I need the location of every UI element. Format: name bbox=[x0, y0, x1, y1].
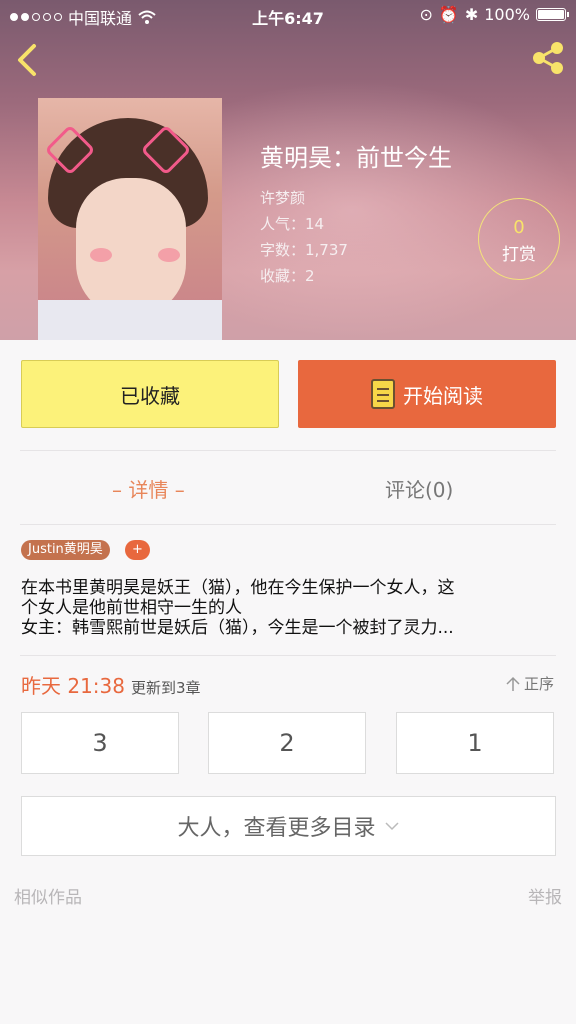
report-link[interactable]: 举报 bbox=[528, 883, 562, 908]
add-tag-button[interactable]: + bbox=[125, 540, 150, 560]
tab-detail[interactable]: – 详情 – bbox=[112, 474, 185, 503]
battery-label: 100% bbox=[484, 5, 530, 24]
book-popularity: 人气：14 bbox=[260, 215, 325, 233]
book-icon bbox=[371, 379, 395, 409]
update-time: 昨天 21:38 bbox=[21, 674, 125, 698]
update-text: 更新到3章 bbox=[131, 679, 201, 697]
arrow-up-icon bbox=[506, 676, 520, 691]
more-chapters-button[interactable]: 大人，查看更多目录 bbox=[21, 796, 556, 856]
alarm-icon: ⏰ bbox=[438, 5, 459, 24]
reward-label: 打赏 bbox=[502, 245, 536, 265]
divider bbox=[20, 450, 556, 451]
chapter-button[interactable]: 1 bbox=[396, 712, 554, 774]
sort-label: 正序 bbox=[523, 675, 554, 693]
share-button[interactable] bbox=[530, 40, 566, 76]
chevron-down-icon bbox=[384, 822, 399, 831]
more-chapters-label: 大人，查看更多目录 bbox=[177, 816, 376, 841]
battery-icon bbox=[536, 8, 569, 21]
chapter-button[interactable]: 3 bbox=[21, 712, 179, 774]
book-author[interactable]: 许梦颜 bbox=[260, 185, 452, 211]
favorited-button[interactable]: 已收藏 bbox=[21, 360, 279, 428]
bluetooth-icon: ✱ bbox=[464, 5, 479, 24]
divider bbox=[20, 655, 556, 656]
chapter-button[interactable]: 2 bbox=[208, 712, 366, 774]
book-favorites: 收藏：2 bbox=[260, 267, 315, 285]
sort-toggle[interactable]: 正序 bbox=[506, 673, 554, 694]
start-reading-button[interactable]: 开始阅读 bbox=[298, 360, 556, 428]
reward-button[interactable]: 0 打赏 bbox=[478, 198, 560, 280]
book-title: 黄明昊：前世今生 bbox=[260, 144, 452, 172]
tab-comments[interactable]: 评论(0) bbox=[385, 474, 453, 503]
start-reading-label: 开始阅读 bbox=[403, 383, 483, 408]
reward-count: 0 bbox=[513, 217, 525, 238]
status-bar: 中国联通 上午6:47 ⊙ ⏰ ✱ 100% bbox=[0, 0, 576, 30]
description-line: 在本书里黄明昊是妖王（猫），他在今生保护一个女人，这 bbox=[21, 578, 455, 598]
book-header: 中国联通 上午6:47 ⊙ ⏰ ✱ 100% 黄明昊：前世今生 许梦颜 人气：1… bbox=[0, 0, 576, 340]
book-description[interactable]: 在本书里黄明昊是妖王（猫），他在今生保护一个女人，这 个女人是他前世相守一生的人… bbox=[21, 578, 556, 638]
book-word-count: 字数：1,737 bbox=[260, 241, 348, 259]
book-info: 黄明昊：前世今生 许梦颜 人气：14 字数：1,737 收藏：2 bbox=[260, 138, 452, 289]
description-line: 个女人是他前世相守一生的人 bbox=[21, 598, 242, 618]
tag-chip[interactable]: Justin黄明昊 bbox=[21, 540, 110, 560]
back-button[interactable] bbox=[12, 42, 42, 78]
book-cover-image[interactable] bbox=[38, 98, 222, 340]
favorited-label: 已收藏 bbox=[120, 383, 180, 408]
similar-works-link[interactable]: 相似作品 bbox=[14, 883, 82, 908]
rotation-lock-icon: ⊙ bbox=[419, 5, 433, 24]
description-line: 女主：韩雪熙前世是妖后（猫），今生是一个被封了灵力... bbox=[21, 618, 454, 638]
update-info: 昨天 21:38 更新到3章 bbox=[21, 670, 201, 699]
divider bbox=[20, 524, 556, 525]
